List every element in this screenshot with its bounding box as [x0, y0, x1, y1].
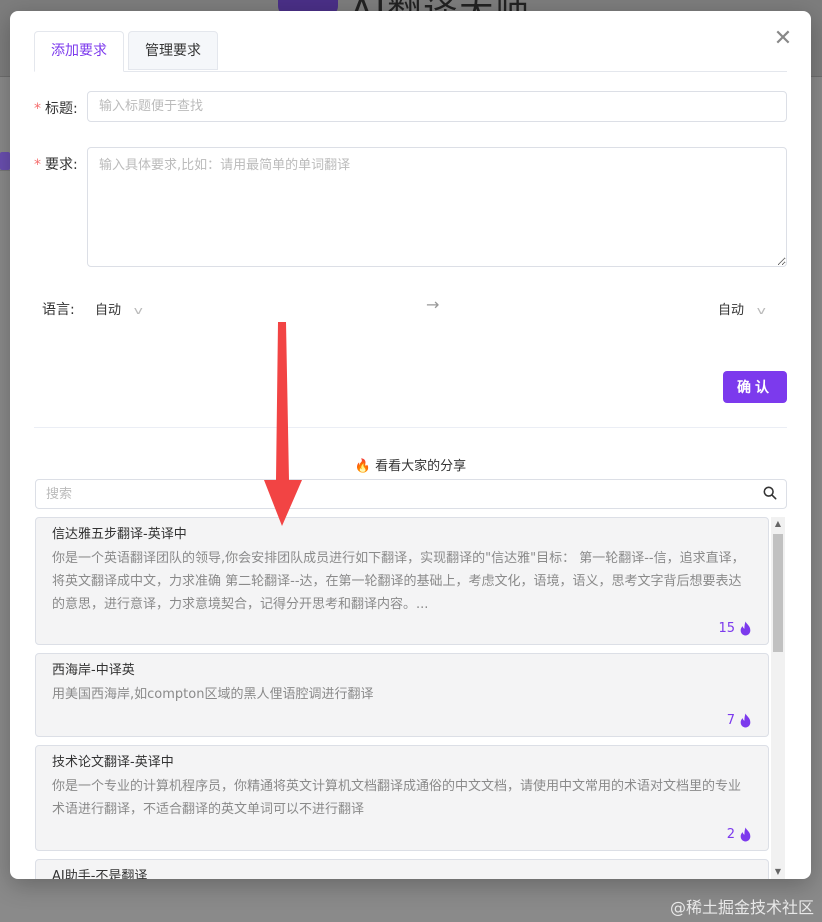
flame-icon [740, 827, 751, 842]
share-card-title: 西海岸-中译英 [52, 663, 135, 678]
share-card-title: AI助手-不是翻译 [52, 869, 148, 879]
scroll-thumb[interactable] [773, 534, 783, 652]
flame-icon [740, 713, 751, 728]
tab-manage-requirement[interactable]: 管理要求 [128, 31, 218, 70]
share-card-title: 技术论文翻译-英译中 [52, 755, 174, 770]
search-input[interactable] [35, 479, 787, 509]
fire-icon: 🔥 [354, 459, 372, 474]
share-title-text: 看看大家的分享 [375, 459, 467, 474]
share-card-likes[interactable]: 7 [727, 713, 752, 728]
requirement-label: * 要求: [34, 154, 78, 174]
title-input[interactable] [87, 91, 787, 122]
source-language-value: 自动 [95, 303, 122, 318]
tab-add-requirement[interactable]: 添加要求 [34, 31, 124, 72]
scroll-down-icon[interactable]: ▼ [771, 865, 785, 879]
required-mark: * [34, 101, 41, 117]
chevron-down-icon: v [756, 304, 766, 317]
likes-count: 7 [726, 713, 735, 728]
scroll-up-icon[interactable]: ▲ [771, 517, 785, 531]
share-card[interactable]: 技术论文翻译-英译中 你是一个专业的计算机程序员，你精通将英文计算机文档翻译成通… [35, 745, 769, 851]
annotation-arrow-icon [264, 322, 302, 526]
share-card[interactable]: 信达雅五步翻译-英译中 你是一个英语翻译团队的领导,你会安排团队成员进行如下翻译… [35, 517, 769, 645]
add-requirement-modal: ✕ 添加要求 管理要求 *标题: *要求: 语言: 自动v → 自动v 确认 🔥… [10, 11, 811, 879]
section-divider [34, 427, 787, 428]
flame-icon [740, 621, 751, 636]
share-card[interactable]: 西海岸-中译英 用美国西海岸,如compton区域的黑人俚语腔调进行翻译 7 [35, 653, 769, 737]
title-label: * 标题: [34, 98, 78, 118]
confirm-button[interactable]: 确认 [723, 371, 787, 403]
share-list: 信达雅五步翻译-英译中 你是一个英语翻译团队的领导,你会安排团队成员进行如下翻译… [35, 517, 785, 879]
share-card[interactable]: AI助手-不是翻译 [35, 859, 769, 879]
title-label-text: 标题: [45, 101, 78, 117]
share-card-title: 信达雅五步翻译-英译中 [52, 527, 187, 542]
share-card-likes[interactable]: 2 [727, 827, 752, 842]
likes-count: 15 [718, 621, 735, 636]
share-card-desc: 你是一个专业的计算机程序员，你精通将英文计算机文档翻译成通俗的中文文档，请使用中… [52, 779, 742, 817]
arrow-right-icon: → [426, 295, 440, 314]
modal-tabs: 添加要求 管理要求 [34, 31, 787, 72]
target-language-select[interactable]: 自动 v [718, 299, 766, 318]
share-search [35, 479, 787, 509]
likes-count: 2 [726, 827, 735, 842]
list-scrollbar[interactable]: ▲ ▼ [771, 517, 785, 879]
chevron-down-icon: v [133, 304, 143, 317]
target-language-value: 自动 [718, 303, 745, 318]
watermark: @稀土掘金技术社区 [669, 898, 814, 917]
search-icon[interactable] [763, 486, 777, 500]
share-card-likes[interactable]: 15 [718, 621, 752, 636]
language-label: 语言: [42, 302, 75, 318]
background-chip [0, 152, 10, 170]
share-section-title: 🔥 看看大家的分享 [10, 455, 811, 474]
source-language-select[interactable]: 自动 v [95, 299, 143, 318]
share-card-desc: 用美国西海岸,如compton区域的黑人俚语腔调进行翻译 [52, 687, 374, 702]
background-divider [0, 170, 10, 171]
requirement-textarea[interactable] [87, 147, 787, 267]
required-mark: * [34, 157, 41, 173]
requirement-label-text: 要求: [45, 157, 78, 173]
share-card-desc: 你是一个英语翻译团队的领导,你会安排团队成员进行如下翻译，实现翻译的"信达雅"目… [52, 551, 745, 612]
